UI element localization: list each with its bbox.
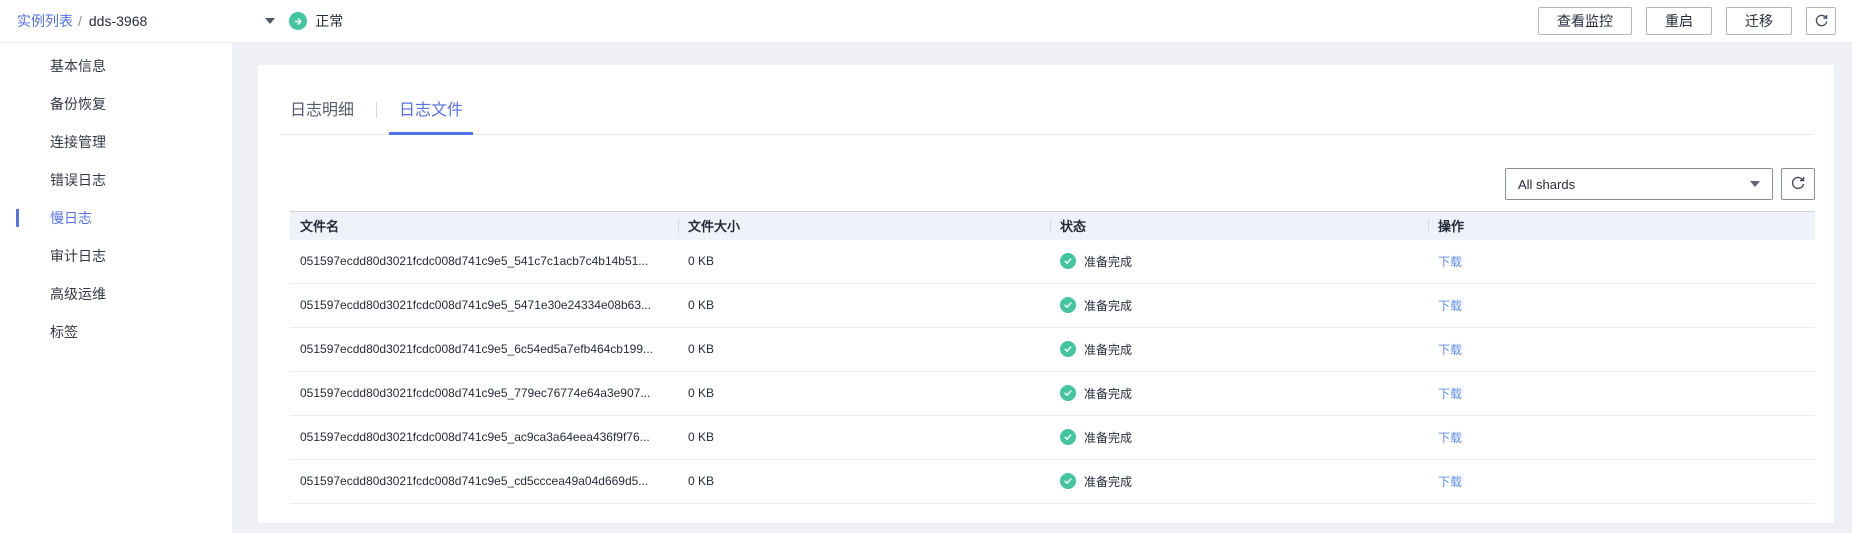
file-name-cell: 051597ecdd80d3021fcdc008d741c9e5_5471e30…: [290, 283, 678, 327]
file-size-cell: 0 KB: [678, 240, 1050, 284]
file-size-cell: 0 KB: [678, 415, 1050, 459]
refresh-icon: [1814, 14, 1829, 29]
table-row: 051597ecdd80d3021fcdc008d741c9e5_779ec76…: [290, 371, 1815, 415]
status-cell: 准备完成: [1060, 416, 1418, 459]
content-area: 日志明细 日志文件 All shards 文件名: [232, 43, 1852, 533]
sidebar-item-advanced-om[interactable]: 高级运维: [0, 275, 232, 313]
status-cell: 准备完成: [1060, 240, 1418, 283]
file-name-cell: 051597ecdd80d3021fcdc008d741c9e5_541c7c1…: [290, 240, 678, 284]
sidebar-item-basic-info[interactable]: 基本信息: [0, 47, 232, 85]
breadcrumb-separator: /: [78, 13, 82, 29]
topbar-refresh-button[interactable]: [1806, 7, 1836, 35]
file-size-cell: 0 KB: [678, 283, 1050, 327]
file-size-cell: 0 KB: [678, 371, 1050, 415]
breadcrumb-instance-name: dds-3968: [89, 13, 147, 29]
download-link[interactable]: 下载: [1438, 431, 1462, 445]
breadcrumb-instance-list-link[interactable]: 实例列表: [17, 11, 73, 31]
shard-select[interactable]: All shards: [1505, 168, 1773, 200]
sidebar: 基本信息 备份恢复 连接管理 错误日志 慢日志 审计日志 高级运维 标签: [0, 43, 232, 533]
restart-button[interactable]: 重启: [1646, 7, 1712, 35]
log-tabs: 日志明细 日志文件: [280, 65, 1814, 135]
sidebar-item-error-log[interactable]: 错误日志: [0, 161, 232, 199]
col-header-status: 状态: [1050, 212, 1428, 240]
check-circle-icon: [1060, 341, 1076, 357]
table-row: 051597ecdd80d3021fcdc008d741c9e5_5471e30…: [290, 283, 1815, 327]
download-link[interactable]: 下载: [1438, 387, 1462, 401]
download-link[interactable]: 下载: [1438, 299, 1462, 313]
instance-switch-chevron-down-icon[interactable]: [265, 18, 275, 24]
tab-log-files[interactable]: 日志文件: [389, 96, 473, 135]
status-label: 正常: [315, 11, 343, 31]
tab-log-details[interactable]: 日志明细: [280, 96, 364, 134]
log-file-table: 文件名 文件大小 状态 操作 051597ecdd80d3021fcdc008d…: [290, 211, 1815, 504]
sidebar-item-connection-management[interactable]: 连接管理: [0, 123, 232, 161]
log-card: 日志明细 日志文件 All shards 文件名: [258, 65, 1834, 523]
col-header-file-name: 文件名: [290, 212, 678, 240]
file-name-cell: 051597ecdd80d3021fcdc008d741c9e5_779ec76…: [290, 371, 678, 415]
view-monitoring-button[interactable]: 查看监控: [1538, 7, 1632, 35]
check-circle-icon: [1060, 253, 1076, 269]
check-circle-icon: [1060, 429, 1076, 445]
check-circle-icon: [1060, 297, 1076, 313]
status-cell: 准备完成: [1060, 372, 1418, 415]
file-size-cell: 0 KB: [678, 327, 1050, 371]
chevron-down-icon: [1750, 181, 1760, 187]
migrate-button[interactable]: 迁移: [1726, 7, 1792, 35]
sidebar-item-tags[interactable]: 标签: [0, 313, 232, 351]
table-row: 051597ecdd80d3021fcdc008d741c9e5_6c54ed5…: [290, 327, 1815, 371]
file-name-cell: 051597ecdd80d3021fcdc008d741c9e5_ac9ca3a…: [290, 415, 678, 459]
table-row: 051597ecdd80d3021fcdc008d741c9e5_541c7c1…: [290, 240, 1815, 284]
shard-select-value: All shards: [1518, 177, 1750, 192]
topbar: 实例列表 / dds-3968 正常 查看监控 重启 迁移: [0, 0, 1852, 43]
file-name-cell: 051597ecdd80d3021fcdc008d741c9e5_6c54ed5…: [290, 327, 678, 371]
col-header-file-size: 文件大小: [678, 212, 1050, 240]
sidebar-item-slow-log[interactable]: 慢日志: [0, 199, 232, 237]
status-cell: 准备完成: [1060, 328, 1418, 371]
sidebar-item-audit-log[interactable]: 审计日志: [0, 237, 232, 275]
check-circle-icon: [1060, 473, 1076, 489]
table-row: 051597ecdd80d3021fcdc008d741c9e5_ac9ca3a…: [290, 415, 1815, 459]
col-header-operation: 操作: [1428, 212, 1815, 240]
status-cell: 准备完成: [1060, 460, 1418, 503]
table-header-row: 文件名 文件大小 状态 操作: [290, 212, 1815, 240]
download-link[interactable]: 下载: [1438, 343, 1462, 357]
file-size-cell: 0 KB: [678, 459, 1050, 503]
table-row: 051597ecdd80d3021fcdc008d741c9e5_cd5ccce…: [290, 459, 1815, 503]
refresh-icon: [1790, 176, 1806, 192]
tab-separator: [376, 102, 377, 118]
download-link[interactable]: 下载: [1438, 475, 1462, 489]
filter-row: All shards: [258, 168, 1815, 200]
download-link[interactable]: 下载: [1438, 255, 1462, 269]
status-cell: 准备完成: [1060, 284, 1418, 327]
file-name-cell: 051597ecdd80d3021fcdc008d741c9e5_cd5ccce…: [290, 459, 678, 503]
table-refresh-button[interactable]: [1781, 168, 1815, 200]
check-circle-icon: [1060, 385, 1076, 401]
status-running-icon: [289, 12, 307, 30]
sidebar-item-backup-restore[interactable]: 备份恢复: [0, 85, 232, 123]
